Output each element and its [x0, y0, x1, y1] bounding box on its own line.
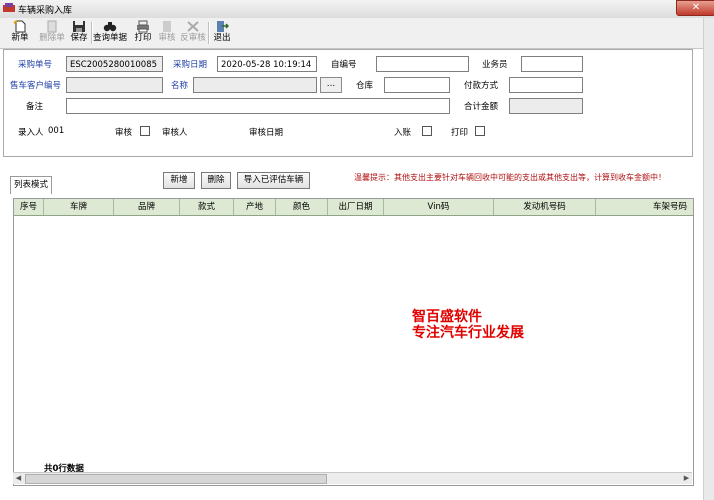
save-icon — [73, 21, 85, 32]
print-button[interactable]: 打印 — [132, 20, 154, 46]
purchase-no-label: 采购单号 — [18, 60, 53, 70]
delete-doc-button[interactable]: 删除单 — [36, 20, 68, 46]
scroll-right-icon[interactable]: ▶ — [681, 473, 692, 484]
query-button[interactable]: 查询单据 — [93, 20, 127, 46]
grid-header: 序号 车牌 品牌 款式 产地 颜色 出厂日期 Vin码 发动机号码 车架号码 — [14, 199, 693, 216]
save-button[interactable]: 保存 — [68, 20, 90, 46]
column-header[interactable]: 车架号码 — [596, 199, 693, 215]
purchase-date-field[interactable]: 2020-05-28 10:19:14 — [217, 56, 317, 72]
exit-icon — [217, 21, 229, 32]
header-form-panel: 采购单号 ESC2005280010085 采购日期 2020-05-28 10… — [3, 49, 693, 157]
delete-doc-label: 删除单 — [39, 33, 65, 43]
audit-checkbox-label: 审核 — [115, 128, 133, 138]
watermark-line-2: 专注汽车行业发展 — [412, 325, 524, 341]
unaudit-label: 反审核 — [180, 33, 206, 43]
column-header[interactable]: 序号 — [14, 199, 44, 215]
auditor-label: 审核人 — [162, 128, 188, 138]
posted-label: 入账 — [394, 128, 412, 138]
new-doc-icon — [13, 20, 26, 33]
delete-doc-icon — [47, 20, 57, 33]
exit-label: 退出 — [213, 33, 231, 43]
audit-label: 审核 — [158, 33, 176, 43]
delete-row-button[interactable]: 删除 — [201, 172, 231, 189]
add-row-button[interactable]: 新增 — [163, 172, 195, 189]
column-header[interactable]: 出厂日期 — [328, 199, 384, 215]
window-title: 车辆采购入库 — [18, 6, 73, 16]
audit-date-label: 审核日期 — [249, 128, 284, 138]
purchase-no-field[interactable]: ESC2005280010085 — [66, 56, 163, 72]
entered-by-label: 录入人 — [18, 128, 44, 138]
horizontal-scrollbar[interactable]: ◀ ▶ — [13, 472, 692, 484]
vehicle-grid: 序号 车牌 品牌 款式 产地 颜色 出厂日期 Vin码 发动机号码 车架号码 — [13, 198, 694, 486]
purchase-date-label: 采购日期 — [173, 60, 208, 70]
payment-method-label: 付款方式 — [464, 81, 499, 91]
name-label: 名称 — [171, 81, 189, 91]
seller-customer-field[interactable] — [66, 77, 163, 93]
posted-checkbox[interactable] — [422, 126, 432, 136]
hint-text: 温馨提示：其他支出主要针对车辆回收中可能的支出或其他支出等，计算到收车金额中！ — [354, 173, 666, 182]
right-scroll-strip — [703, 18, 714, 500]
warehouse-label: 仓库 — [356, 81, 374, 91]
audit-button[interactable]: 审核 — [156, 20, 178, 46]
column-header[interactable]: 产地 — [234, 199, 276, 215]
column-header[interactable]: Vin码 — [384, 199, 494, 215]
import-evaluated-button[interactable]: 导入已评估车辆 — [237, 172, 310, 189]
column-header[interactable]: 颜色 — [276, 199, 328, 215]
audit-checkbox[interactable] — [140, 126, 150, 136]
remark-label: 备注 — [26, 102, 44, 112]
salesman-field[interactable] — [521, 56, 583, 72]
payment-method-field[interactable] — [509, 77, 583, 93]
scroll-thumb[interactable] — [25, 474, 327, 484]
app-icon — [3, 3, 15, 12]
column-header[interactable]: 发动机号码 — [494, 199, 596, 215]
title-bar: 车辆采购入库 ✕ — [0, 0, 714, 19]
total-amount-field[interactable] — [509, 98, 583, 114]
seller-customer-label: 售车客户编号 — [10, 81, 62, 91]
printer-icon — [137, 20, 149, 33]
entered-by-value: 001 — [48, 126, 65, 136]
query-label: 查询单据 — [93, 33, 128, 43]
audit-icon — [163, 21, 171, 32]
salesman-label: 业务员 — [482, 60, 508, 70]
name-field[interactable] — [193, 77, 317, 93]
self-no-label: 自编号 — [331, 60, 357, 70]
toolbar: 新单 删除单 保存 查询单据 打印 审核 反审核 退出 — [0, 18, 714, 49]
warehouse-field[interactable] — [384, 77, 450, 93]
print-checkbox[interactable] — [475, 126, 485, 136]
self-no-field[interactable] — [376, 56, 469, 72]
name-lookup-button[interactable]: ... — [320, 77, 342, 93]
close-button[interactable]: ✕ — [676, 0, 714, 16]
column-header[interactable]: 款式 — [180, 199, 234, 215]
remark-field[interactable] — [66, 98, 450, 114]
column-header[interactable]: 品牌 — [114, 199, 180, 215]
binoculars-icon — [103, 22, 117, 32]
exit-button[interactable]: 退出 — [211, 20, 233, 46]
column-header[interactable]: 车牌 — [44, 199, 114, 215]
tab-list-mode[interactable]: 列表模式 — [10, 176, 52, 194]
unaudit-icon — [187, 21, 199, 32]
print-label: 打印 — [134, 33, 152, 43]
new-button[interactable]: 新单 — [4, 20, 36, 46]
unaudit-button[interactable]: 反审核 — [180, 20, 206, 46]
print-checkbox-label: 打印 — [451, 128, 469, 138]
new-label: 新单 — [11, 33, 29, 43]
save-label: 保存 — [70, 33, 88, 43]
toolbar-separator — [208, 22, 210, 44]
total-amount-label: 合计金额 — [464, 102, 499, 112]
scroll-left-icon[interactable]: ◀ — [13, 473, 24, 484]
